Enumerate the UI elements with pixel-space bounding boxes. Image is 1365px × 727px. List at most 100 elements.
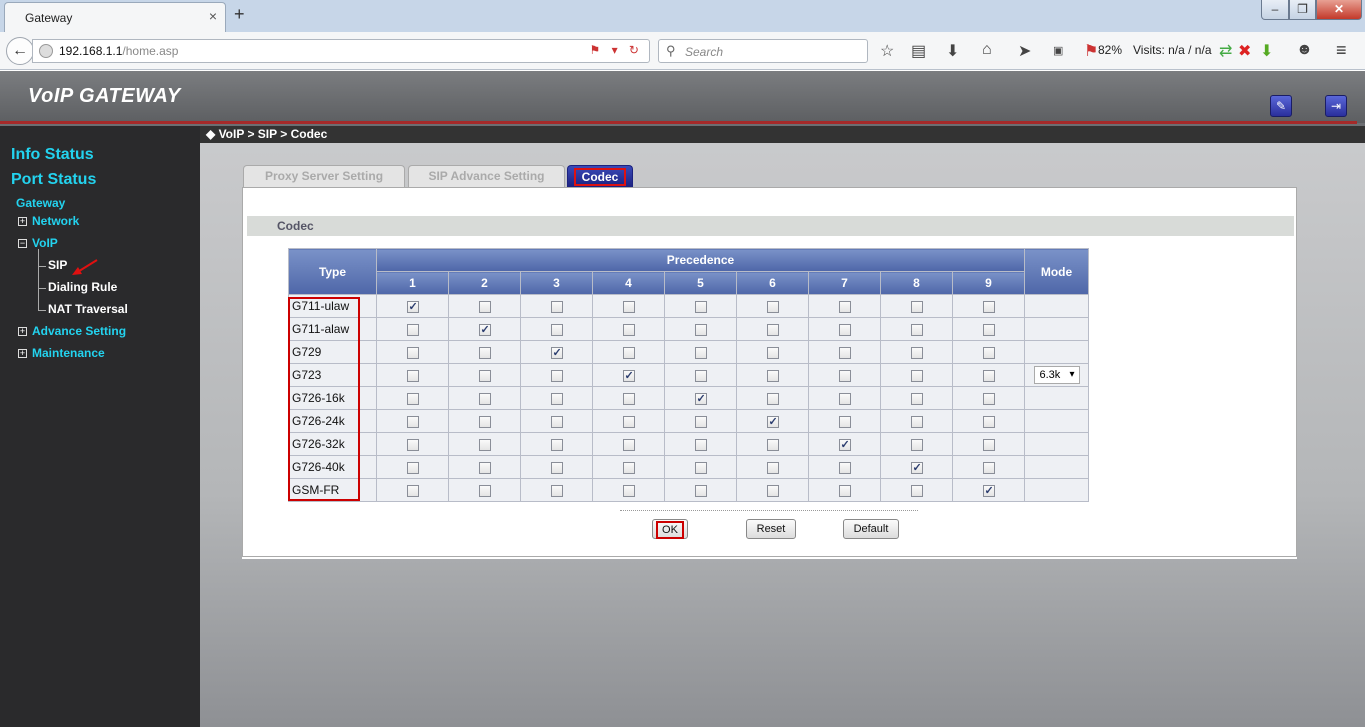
- window-close-button[interactable]: ✕: [1316, 0, 1362, 20]
- precedence-checkbox[interactable]: [838, 300, 851, 313]
- default-button[interactable]: Default: [843, 519, 899, 539]
- precedence-checkbox[interactable]: [550, 484, 563, 497]
- ok-button[interactable]: OK: [652, 519, 688, 539]
- precedence-checkbox[interactable]: [694, 392, 707, 405]
- collapse-minus-icon[interactable]: −: [18, 239, 27, 248]
- youtube-icon[interactable]: ▣: [1053, 44, 1063, 57]
- precedence-checkbox[interactable]: [982, 438, 995, 451]
- back-arrow-icon[interactable]: ←: [6, 37, 34, 65]
- precedence-checkbox[interactable]: [406, 300, 419, 313]
- precedence-checkbox[interactable]: [622, 484, 635, 497]
- precedence-checkbox[interactable]: [766, 369, 779, 382]
- precedence-checkbox[interactable]: [694, 438, 707, 451]
- close-tab-icon[interactable]: ×: [209, 8, 217, 24]
- sidebar-item-dialing-rule[interactable]: Dialing Rule: [48, 280, 117, 294]
- precedence-checkbox[interactable]: [622, 392, 635, 405]
- url-flag-icon[interactable]: ⚑ ▾ ↻: [589, 43, 643, 57]
- precedence-checkbox[interactable]: [406, 346, 419, 359]
- sidebar-item-port-status[interactable]: Port Status: [11, 171, 96, 189]
- precedence-checkbox[interactable]: [838, 438, 851, 451]
- precedence-checkbox[interactable]: [910, 484, 923, 497]
- precedence-checkbox[interactable]: [550, 346, 563, 359]
- download-icon[interactable]: ⬇: [946, 41, 959, 61]
- precedence-checkbox[interactable]: [550, 323, 563, 336]
- sidebar-item-info-status[interactable]: Info Status: [11, 146, 94, 164]
- precedence-checkbox[interactable]: [550, 369, 563, 382]
- address-bar[interactable]: 192.168.1.1/home.asp ⚑ ▾ ↻: [32, 39, 650, 63]
- precedence-checkbox[interactable]: [406, 323, 419, 336]
- precedence-checkbox[interactable]: [478, 346, 491, 359]
- home-icon[interactable]: ⌂: [982, 41, 992, 59]
- hamburger-menu-icon[interactable]: ≡: [1336, 40, 1347, 61]
- logout-icon[interactable]: ⇥: [1325, 95, 1347, 117]
- precedence-checkbox[interactable]: [982, 300, 995, 313]
- precedence-checkbox[interactable]: [694, 323, 707, 336]
- precedence-checkbox[interactable]: [766, 346, 779, 359]
- tools-icon[interactable]: ✎: [1270, 95, 1292, 117]
- precedence-checkbox[interactable]: [694, 484, 707, 497]
- sidebar-item-advance-setting[interactable]: Advance Setting: [32, 324, 126, 338]
- precedence-checkbox[interactable]: [838, 392, 851, 405]
- precedence-checkbox[interactable]: [550, 415, 563, 428]
- precedence-checkbox[interactable]: [622, 369, 635, 382]
- precedence-checkbox[interactable]: [406, 438, 419, 451]
- precedence-checkbox[interactable]: [622, 300, 635, 313]
- precedence-checkbox[interactable]: [406, 392, 419, 405]
- green-download-icon[interactable]: ⬇: [1260, 41, 1273, 61]
- precedence-checkbox[interactable]: [622, 323, 635, 336]
- expand-plus-icon[interactable]: +: [18, 217, 27, 226]
- new-tab-icon[interactable]: +: [234, 4, 245, 25]
- precedence-checkbox[interactable]: [478, 461, 491, 474]
- precedence-checkbox[interactable]: [910, 461, 923, 474]
- precedence-checkbox[interactable]: [982, 415, 995, 428]
- sidebar-item-voip[interactable]: VoIP: [32, 236, 58, 250]
- precedence-checkbox[interactable]: [622, 461, 635, 474]
- precedence-checkbox[interactable]: [478, 323, 491, 336]
- sidebar-item-nat-traversal[interactable]: NAT Traversal: [48, 302, 128, 316]
- precedence-checkbox[interactable]: [478, 415, 491, 428]
- browser-tab[interactable]: Gateway ×: [4, 2, 226, 32]
- flag-icon[interactable]: ⚑: [1084, 41, 1098, 61]
- tab-codec[interactable]: Codec: [567, 165, 633, 187]
- precedence-checkbox[interactable]: [406, 461, 419, 474]
- bookmark-star-icon[interactable]: ☆: [880, 41, 894, 61]
- precedence-checkbox[interactable]: [838, 461, 851, 474]
- precedence-checkbox[interactable]: [982, 323, 995, 336]
- sidebar-item-gateway[interactable]: Gateway: [16, 196, 65, 210]
- precedence-checkbox[interactable]: [838, 369, 851, 382]
- sidebar-item-sip[interactable]: SIP: [48, 258, 67, 272]
- precedence-checkbox[interactable]: [910, 369, 923, 382]
- precedence-checkbox[interactable]: [694, 415, 707, 428]
- precedence-checkbox[interactable]: [478, 438, 491, 451]
- precedence-checkbox[interactable]: [910, 346, 923, 359]
- expand-plus-icon[interactable]: +: [18, 327, 27, 336]
- precedence-checkbox[interactable]: [982, 369, 995, 382]
- precedence-checkbox[interactable]: [478, 484, 491, 497]
- precedence-checkbox[interactable]: [550, 392, 563, 405]
- precedence-checkbox[interactable]: [838, 415, 851, 428]
- precedence-checkbox[interactable]: [766, 300, 779, 313]
- sidebar-item-network[interactable]: Network: [32, 214, 79, 228]
- precedence-checkbox[interactable]: [838, 323, 851, 336]
- precedence-checkbox[interactable]: [550, 438, 563, 451]
- precedence-checkbox[interactable]: [694, 369, 707, 382]
- precedence-checkbox[interactable]: [982, 392, 995, 405]
- precedence-checkbox[interactable]: [622, 346, 635, 359]
- precedence-checkbox[interactable]: [766, 438, 779, 451]
- x-icon[interactable]: ✖: [1238, 41, 1251, 61]
- tab-proxy-server-setting[interactable]: Proxy Server Setting: [243, 165, 405, 187]
- precedence-checkbox[interactable]: [406, 484, 419, 497]
- precedence-checkbox[interactable]: [622, 415, 635, 428]
- send-icon[interactable]: ➤: [1018, 41, 1031, 61]
- precedence-checkbox[interactable]: [766, 461, 779, 474]
- search-bar[interactable]: ⚲ Search: [658, 39, 868, 63]
- reset-button[interactable]: Reset: [746, 519, 796, 539]
- expand-plus-icon[interactable]: +: [18, 349, 27, 358]
- precedence-checkbox[interactable]: [478, 300, 491, 313]
- precedence-checkbox[interactable]: [982, 346, 995, 359]
- precedence-checkbox[interactable]: [694, 461, 707, 474]
- precedence-checkbox[interactable]: [838, 346, 851, 359]
- precedence-checkbox[interactable]: [910, 438, 923, 451]
- precedence-checkbox[interactable]: [694, 346, 707, 359]
- precedence-checkbox[interactable]: [550, 300, 563, 313]
